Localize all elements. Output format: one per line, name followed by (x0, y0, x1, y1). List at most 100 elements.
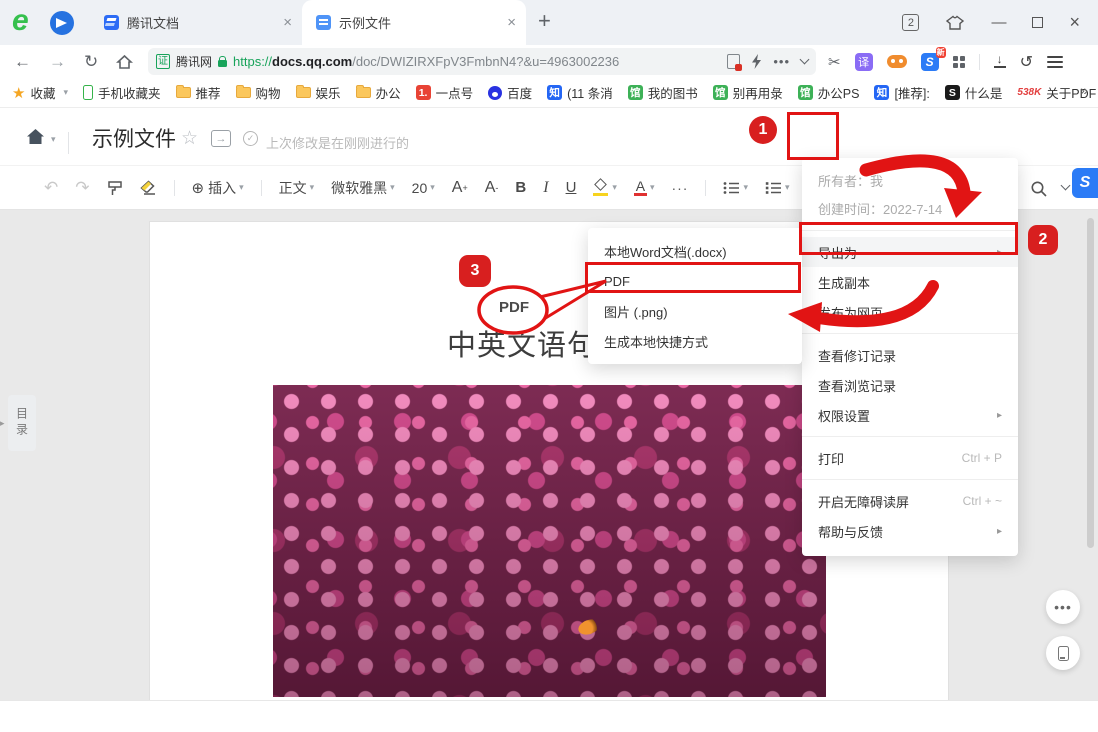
redo-icon[interactable]: ↷ (75, 178, 89, 198)
menu-item-publish-web[interactable]: 发布为网页 (802, 297, 1018, 327)
home-dropdown-icon[interactable]: ▾ (51, 134, 56, 145)
menu-item-duplicate[interactable]: 生成副本 (802, 267, 1018, 297)
forward-button[interactable]: → (49, 52, 66, 72)
window-controls: 2 — × (902, 0, 1098, 45)
new-badge: 新 (936, 47, 946, 58)
document-favicon (316, 15, 331, 30)
document-heading[interactable]: 中英文语句 (447, 322, 597, 364)
menu-item-help-feedback[interactable]: 帮助与反馈▸ (802, 516, 1018, 546)
move-to-folder-icon[interactable]: → (211, 130, 231, 147)
tab-sample-file[interactable]: 示例文件 × (302, 0, 526, 45)
reload-button[interactable]: ↻ (84, 52, 98, 72)
new-tab-button[interactable]: + (538, 8, 551, 34)
submenu-arrow-icon: ▸ (997, 410, 1002, 421)
bookmark-s-site[interactable]: S什么是 (945, 83, 1003, 102)
underline-button[interactable]: U (566, 179, 577, 196)
menu-item-revision-history[interactable]: 查看修订记录 (802, 340, 1018, 370)
apps-grid-icon[interactable] (953, 56, 965, 68)
downloads-icon[interactable]: ↓ (994, 55, 1006, 68)
bookmark-baidu[interactable]: 百度 (488, 83, 532, 102)
url-more-icon[interactable]: ••• (773, 54, 790, 69)
lightning-accelerate-icon[interactable] (751, 54, 762, 69)
bookmark-mobile-folder[interactable]: 手机收藏夹 (83, 83, 161, 102)
tab-label: 示例文件 (339, 13, 499, 32)
undo-icon[interactable]: ↶ (44, 178, 58, 198)
menu-item-screen-reader[interactable]: 开启无障碍读屏Ctrl + ~ (802, 486, 1018, 516)
italic-button[interactable]: I (543, 179, 548, 197)
menu-item-view-history[interactable]: 查看浏览记录 (802, 370, 1018, 400)
maximize-button[interactable] (1032, 17, 1043, 28)
annotation-box-menu-button (787, 112, 839, 160)
clipboard-collect-icon[interactable] (727, 54, 740, 69)
search-icon[interactable] (1030, 180, 1048, 198)
document-header: ▾ 示例文件 ☆ → ✓ 上次修改是在刚刚进行的 A ▶ 分享 (0, 108, 1098, 165)
bookmark-folder-office[interactable]: 办公 (356, 83, 401, 102)
game-center-icon[interactable] (887, 55, 907, 68)
back-button[interactable]: ← (14, 52, 31, 72)
browser-logo-icon[interactable]: e (12, 4, 29, 38)
highlight-color-button[interactable]: ▾ (593, 180, 617, 196)
tab-tencent-docs[interactable]: 腾讯文档 × (90, 0, 302, 45)
floating-device-button[interactable] (1046, 636, 1080, 670)
insert-button[interactable]: ⊕插入▾ (192, 178, 244, 198)
more-formats-icon[interactable]: ··· (671, 180, 688, 196)
increase-font-icon[interactable]: A+ (452, 179, 468, 197)
tab-close-icon[interactable]: × (507, 14, 516, 31)
bookmark-zhihu-1[interactable]: 知(11 条消 (547, 83, 613, 102)
menu-item-permissions[interactable]: 权限设置▸ (802, 400, 1018, 430)
folder-icon (296, 87, 311, 98)
screenshot-scissors-icon[interactable]: ✂ (828, 53, 841, 71)
favorite-star-icon[interactable]: ☆ (181, 127, 198, 150)
theme-skin-icon[interactable] (945, 15, 965, 31)
bullet-list-button[interactable]: ▾ (723, 181, 748, 195)
tencent-docs-favicon (104, 15, 119, 30)
home-button[interactable] (116, 54, 133, 70)
close-window-button[interactable]: × (1069, 12, 1080, 33)
bold-button[interactable]: B (515, 179, 526, 196)
clear-format-eraser-icon[interactable] (140, 180, 157, 195)
decrease-font-icon[interactable]: A- (485, 179, 499, 197)
bookmark-folder-recommend[interactable]: 推荐 (176, 83, 221, 102)
font-family-select[interactable]: 微软雅黑▾ (331, 178, 395, 198)
scrollbar[interactable] (1087, 218, 1094, 548)
menu-item-print[interactable]: 打印Ctrl + P (802, 443, 1018, 473)
bookmarks-overflow-icon[interactable]: » (1080, 82, 1088, 98)
window-count-badge[interactable]: 2 (902, 14, 919, 31)
url-dropdown-icon[interactable] (800, 55, 810, 65)
font-size-select[interactable]: 20▾ (412, 180, 435, 196)
floating-more-button[interactable]: ••• (1046, 590, 1080, 624)
browser-menu-icon[interactable] (1047, 53, 1063, 71)
sogou-extension-icon[interactable]: S新 (921, 53, 939, 71)
translate-icon[interactable]: 译 (855, 53, 873, 71)
document-title[interactable]: 示例文件 (92, 123, 176, 153)
docs-home-icon[interactable] (26, 128, 45, 145)
bookmark-favorites[interactable]: ★收藏▾ (12, 83, 68, 102)
bookmark-zhihu-2[interactable]: 知[推荐]: (874, 83, 929, 102)
bookmark-library-2[interactable]: 馆别再用彔 (713, 83, 783, 102)
ssl-lock-icon[interactable] (218, 60, 227, 67)
owner-info: 所有者：我 (802, 168, 1018, 196)
submenu-item-png[interactable]: 图片 (.png) (588, 296, 802, 326)
bookmark-folder-entertainment[interactable]: 娱乐 (296, 83, 341, 102)
font-color-button[interactable]: A▾ (634, 180, 655, 196)
tab-close-icon[interactable]: × (283, 14, 292, 31)
address-bar[interactable]: 证 腾讯网 https://docs.qq.com/doc/DWIZIRXFpV… (148, 48, 816, 75)
paragraph-style-select[interactable]: 正文▾ (279, 178, 315, 198)
restore-tab-icon[interactable]: ↺ (1020, 52, 1033, 72)
bookmark-library-3[interactable]: 馆办公PS (798, 83, 860, 102)
submenu-item-shortcut[interactable]: 生成本地快捷方式 (588, 326, 802, 356)
toc-tab[interactable]: 目录 (8, 395, 36, 451)
bookmark-folder-shopping[interactable]: 购物 (236, 83, 281, 102)
url-text[interactable]: https://docs.qq.com/doc/DWIZIRXFpV3FmbnN… (233, 54, 619, 69)
minimize-button[interactable]: — (991, 14, 1006, 31)
messenger-icon[interactable] (50, 11, 74, 35)
pdf-callout-label: PDF (491, 299, 537, 316)
toc-collapse-icon[interactable]: ▸ (0, 418, 5, 429)
format-painter-icon[interactable] (107, 180, 123, 196)
sogou-sidebar-icon[interactable]: S (1072, 168, 1098, 198)
bookmark-library-1[interactable]: 馆我的图书 (628, 83, 698, 102)
phone-icon (83, 85, 93, 100)
bookmark-yidianhao[interactable]: 1.一点号 (416, 83, 474, 102)
browser-window: e 腾讯文档 × 示例文件 × + 2 — × ← → ↻ 证 腾讯网 http… (0, 0, 1098, 732)
numbered-list-button[interactable]: ▾ (765, 181, 790, 195)
